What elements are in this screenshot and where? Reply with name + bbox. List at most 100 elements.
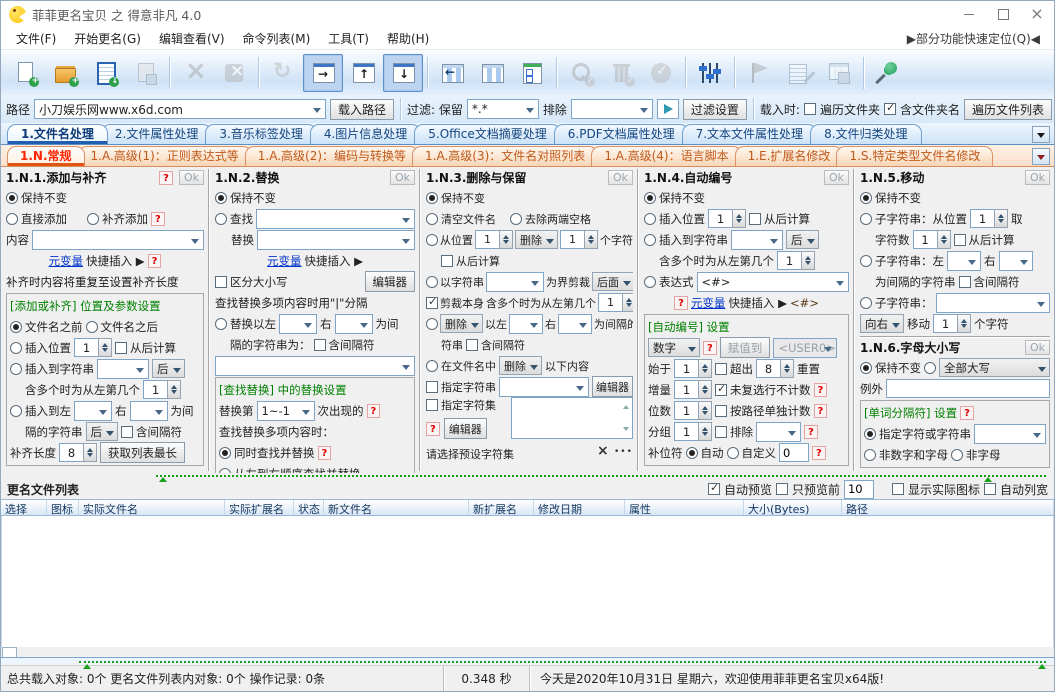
- help-icon[interactable]: ?: [147, 253, 162, 268]
- p2-radio-simultaneous[interactable]: [219, 446, 231, 459]
- bottom-splitter[interactable]: [1, 657, 1054, 669]
- spinner-buttons[interactable]: [698, 422, 712, 441]
- p4-after-dropdown[interactable]: 后: [786, 230, 819, 249]
- column-layout-button[interactable]: [472, 54, 512, 92]
- walk-folders-checkbox[interactable]: [803, 103, 816, 115]
- p2-include-sep-checkbox[interactable]: [313, 338, 326, 351]
- subtab-regex[interactable]: 1.A.高级(1)：正则表达式等: [77, 146, 252, 166]
- p4-digits-stepper[interactable]: 1: [674, 401, 712, 420]
- p1-pad-length-stepper[interactable]: 8: [59, 443, 97, 462]
- pin-button[interactable]: [868, 54, 908, 92]
- p3-spec-string-combobox[interactable]: [499, 376, 589, 397]
- p4-radio-keep[interactable]: [644, 191, 656, 204]
- spinner-buttons[interactable]: [499, 230, 513, 249]
- p6-radio-keep[interactable]: [860, 361, 872, 374]
- panel6-ok-button[interactable]: Ok: [1024, 340, 1050, 355]
- file-table-body[interactable]: [1, 516, 1054, 647]
- p1-from-end-checkbox[interactable]: [115, 341, 127, 354]
- p3-nth-stepper[interactable]: 1: [598, 293, 633, 312]
- p2-right-sep-combobox[interactable]: [334, 313, 373, 334]
- p2-gap-replace-combobox[interactable]: [215, 355, 415, 376]
- spinner-buttons[interactable]: [801, 251, 815, 270]
- remove-item-button[interactable]: [174, 54, 214, 92]
- subtab-script[interactable]: 1.A.高级(4)：语言脚本: [591, 146, 742, 166]
- delete-check-button[interactable]: [601, 54, 641, 92]
- help-icon[interactable]: ?: [812, 445, 826, 460]
- p6-radio-mode[interactable]: [924, 361, 936, 374]
- p1-content-combobox[interactable]: [32, 229, 204, 250]
- subtab-normal[interactable]: 1.N.常规: [7, 146, 85, 166]
- p6-radio-non-alnum[interactable]: [864, 448, 876, 461]
- command-list-button[interactable]: [779, 54, 819, 92]
- show-icons-checkbox[interactable]: [891, 483, 904, 495]
- p5-radio-sub-string[interactable]: [860, 296, 872, 309]
- p4-radio-insert-pos[interactable]: [644, 212, 656, 225]
- p1-include-sep-checkbox[interactable]: [121, 425, 133, 438]
- column-new-ext[interactable]: 新扩展名: [469, 500, 534, 515]
- p2-find-combobox[interactable]: [256, 208, 415, 229]
- p5-radio-sub-from-pos[interactable]: [860, 212, 872, 225]
- p1-radio-direct-add[interactable]: [6, 212, 18, 225]
- p1-target-string-combobox[interactable]: [97, 358, 149, 379]
- p4-radio-insert-to-string[interactable]: [644, 233, 656, 246]
- p5-right-sep-combobox[interactable]: [998, 250, 1033, 271]
- sub-tab-overflow-button[interactable]: [1032, 148, 1050, 165]
- preview-first-checkbox[interactable]: [775, 483, 788, 495]
- p3-in-name-delete-dropdown[interactable]: 删除: [499, 356, 542, 375]
- p2-radio-find[interactable]: [215, 212, 227, 225]
- p4-group-stepper[interactable]: 1: [674, 422, 712, 441]
- tab-music-tags[interactable]: 3.音乐标签处理: [205, 124, 317, 144]
- p2-case-checkbox[interactable]: [215, 275, 227, 288]
- exclude-pattern-combobox[interactable]: [570, 99, 653, 119]
- p1-gap-after-dropdown[interactable]: 后: [85, 422, 118, 441]
- p1-radio-keep[interactable]: [6, 191, 18, 204]
- table-save-button[interactable]: [819, 54, 859, 92]
- p3-delete-dropdown[interactable]: 删除: [515, 230, 558, 249]
- column-actual-ext[interactable]: 实际扩展名: [225, 500, 294, 515]
- p4-radio-expression[interactable]: [644, 275, 656, 288]
- search-check-button[interactable]: [561, 54, 601, 92]
- column-size[interactable]: 大小(Bytes): [744, 500, 842, 515]
- p2-radio-between[interactable]: [215, 317, 227, 330]
- p5-substring-combobox[interactable]: [935, 292, 1050, 313]
- p2-radio-keep[interactable]: [215, 191, 227, 204]
- p5-position-stepper[interactable]: 1: [970, 209, 1008, 228]
- column-status[interactable]: 状态: [294, 500, 324, 515]
- spinner-buttons[interactable]: [83, 443, 97, 462]
- p3-radio-in-name[interactable]: [426, 359, 438, 372]
- p3-radio-by-string[interactable]: [426, 275, 438, 288]
- load-path-button[interactable]: 载入路径: [330, 98, 395, 120]
- panel1-ok-button[interactable]: Ok: [178, 170, 204, 185]
- p1-radio-insert-between[interactable]: [10, 404, 22, 417]
- p4-skip-unchecked-checkbox[interactable]: [715, 382, 727, 396]
- p4-assign-button[interactable]: 赋值到: [719, 337, 771, 358]
- add-files-button[interactable]: [45, 54, 85, 92]
- new-list-button[interactable]: [5, 54, 45, 92]
- subtab-special-types[interactable]: 1.S.特定类型文件名修改: [836, 146, 994, 166]
- p5-include-sep-checkbox[interactable]: [958, 275, 971, 288]
- p1-radio-insert-pos[interactable]: [10, 341, 22, 354]
- help-icon[interactable]: ?: [703, 340, 717, 355]
- p6-case-mode-dropdown[interactable]: 全部大写: [939, 358, 1050, 377]
- p5-left-sep-combobox[interactable]: [947, 250, 981, 271]
- p6-radio-non-alpha[interactable]: [951, 448, 963, 461]
- p5-move-stepper[interactable]: 1: [933, 314, 971, 333]
- p6-exception-input[interactable]: [886, 379, 1050, 398]
- refresh-button[interactable]: [263, 54, 303, 92]
- tab-file-attrs[interactable]: 2.文件属性处理: [100, 124, 213, 144]
- panel2-ok-button[interactable]: Ok: [389, 170, 415, 185]
- preview-count-input[interactable]: [843, 479, 874, 499]
- column-attributes[interactable]: 属性: [625, 500, 744, 515]
- p3-count-stepper[interactable]: 1: [560, 230, 598, 249]
- main-tab-overflow-button[interactable]: [1032, 126, 1050, 143]
- subtab-encoding[interactable]: 1.A.高级(2)：编码与转换等: [244, 146, 420, 166]
- help-icon[interactable]: ?: [317, 445, 332, 460]
- auto-preview-checkbox[interactable]: [707, 481, 720, 495]
- p1-radio-after-name[interactable]: [85, 320, 98, 333]
- p3-boundary-combobox[interactable]: [486, 271, 544, 292]
- walk-file-list-button[interactable]: 遍历文件列表: [964, 98, 1053, 120]
- p4-start-stepper[interactable]: 1: [674, 359, 712, 378]
- p3-right-sep-combobox[interactable]: [558, 313, 592, 334]
- spinner-buttons[interactable]: [994, 209, 1008, 228]
- p4-nth-stepper[interactable]: 1: [777, 251, 815, 270]
